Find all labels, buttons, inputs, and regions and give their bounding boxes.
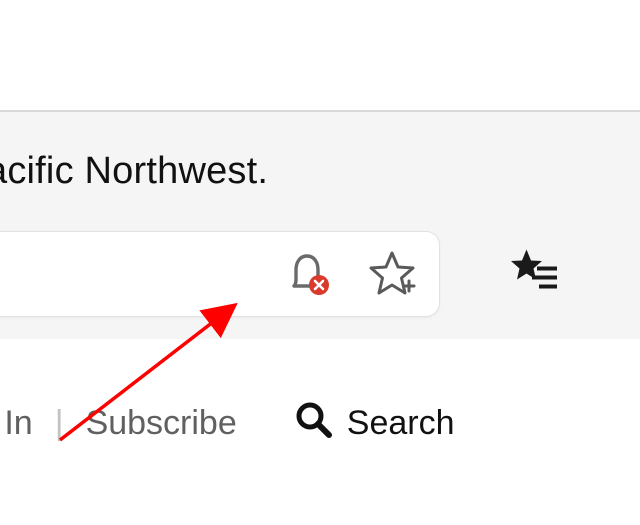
search-button[interactable]: Search <box>293 399 455 448</box>
browser-chrome-region: acific Northwest. <box>0 110 640 339</box>
page-headline-fragment: acific Northwest. <box>0 112 640 231</box>
search-label: Search <box>347 404 455 443</box>
top-whitespace <box>0 0 640 110</box>
address-bar-row <box>0 231 640 339</box>
login-link-fragment[interactable]: g In <box>0 404 33 443</box>
search-icon <box>293 399 333 448</box>
star-add-icon[interactable] <box>367 249 417 299</box>
bell-icon[interactable] <box>285 250 333 298</box>
divider: | <box>55 404 64 443</box>
subscribe-link[interactable]: Subscribe <box>86 404 237 443</box>
star-list-icon[interactable] <box>509 247 559 302</box>
address-bar[interactable] <box>0 231 440 317</box>
site-nav-region: g In | Subscribe Search <box>0 339 640 448</box>
